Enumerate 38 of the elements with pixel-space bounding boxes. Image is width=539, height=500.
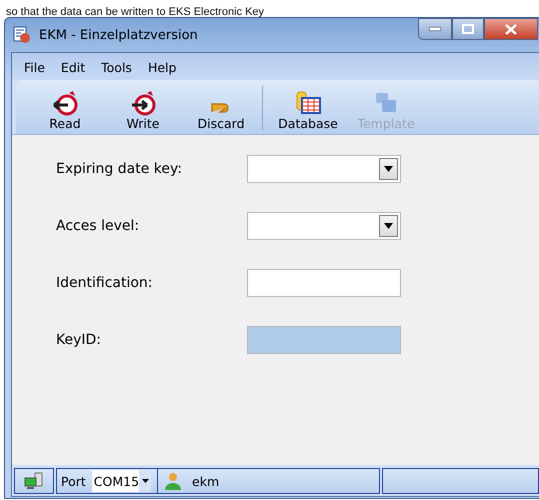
minimize-button[interactable]	[418, 18, 452, 40]
database-grid-icon	[294, 90, 322, 116]
dropdown-button[interactable]	[379, 158, 398, 180]
port-dropdown[interactable]: COM15	[92, 470, 152, 492]
input-field[interactable]	[247, 269, 401, 297]
network-computer-icon[interactable]	[23, 472, 45, 490]
field-label: KeyID:	[56, 332, 102, 348]
document-text: so that the data can be written to EKS Electronic Key	[5, 5, 264, 20]
dropdown-field[interactable]	[247, 212, 401, 240]
dropdown-button[interactable]	[379, 215, 398, 237]
input-field[interactable]	[247, 326, 401, 354]
close-button[interactable]	[484, 18, 538, 40]
toolbar-button[interactable]: Write	[104, 89, 182, 134]
menu-item[interactable]: File	[18, 58, 51, 77]
caret-icon	[142, 479, 149, 483]
window-title: EKM - Einzelplatzversion	[39, 28, 198, 42]
menu-item[interactable]: Edit	[54, 58, 92, 77]
close-icon	[505, 24, 517, 34]
maximize-icon	[462, 24, 474, 34]
menu-item[interactable]: Tools	[95, 58, 138, 77]
toolbar-button[interactable]: Read	[26, 89, 104, 134]
toolbar-button[interactable]: Database	[269, 89, 347, 134]
caret-icon	[384, 223, 393, 229]
menu-item[interactable]: Help	[142, 58, 182, 77]
key-tag-arrow-icon	[51, 90, 79, 116]
field-label: Acces level:	[56, 218, 140, 234]
port-label: Port	[61, 474, 86, 488]
field-label: Identification:	[56, 275, 154, 291]
field-label: Expiring date key:	[56, 161, 183, 177]
dropdown-field[interactable]	[247, 155, 401, 183]
user-name: ekm	[192, 474, 220, 488]
toolbar-button[interactable]: Discard	[182, 95, 260, 134]
app-icon	[13, 26, 31, 44]
maximize-button[interactable]	[452, 18, 484, 40]
user-icon	[164, 472, 182, 490]
minimize-icon	[429, 27, 441, 31]
key-tag-arrow-icon	[129, 90, 157, 116]
caret-icon	[384, 166, 393, 172]
